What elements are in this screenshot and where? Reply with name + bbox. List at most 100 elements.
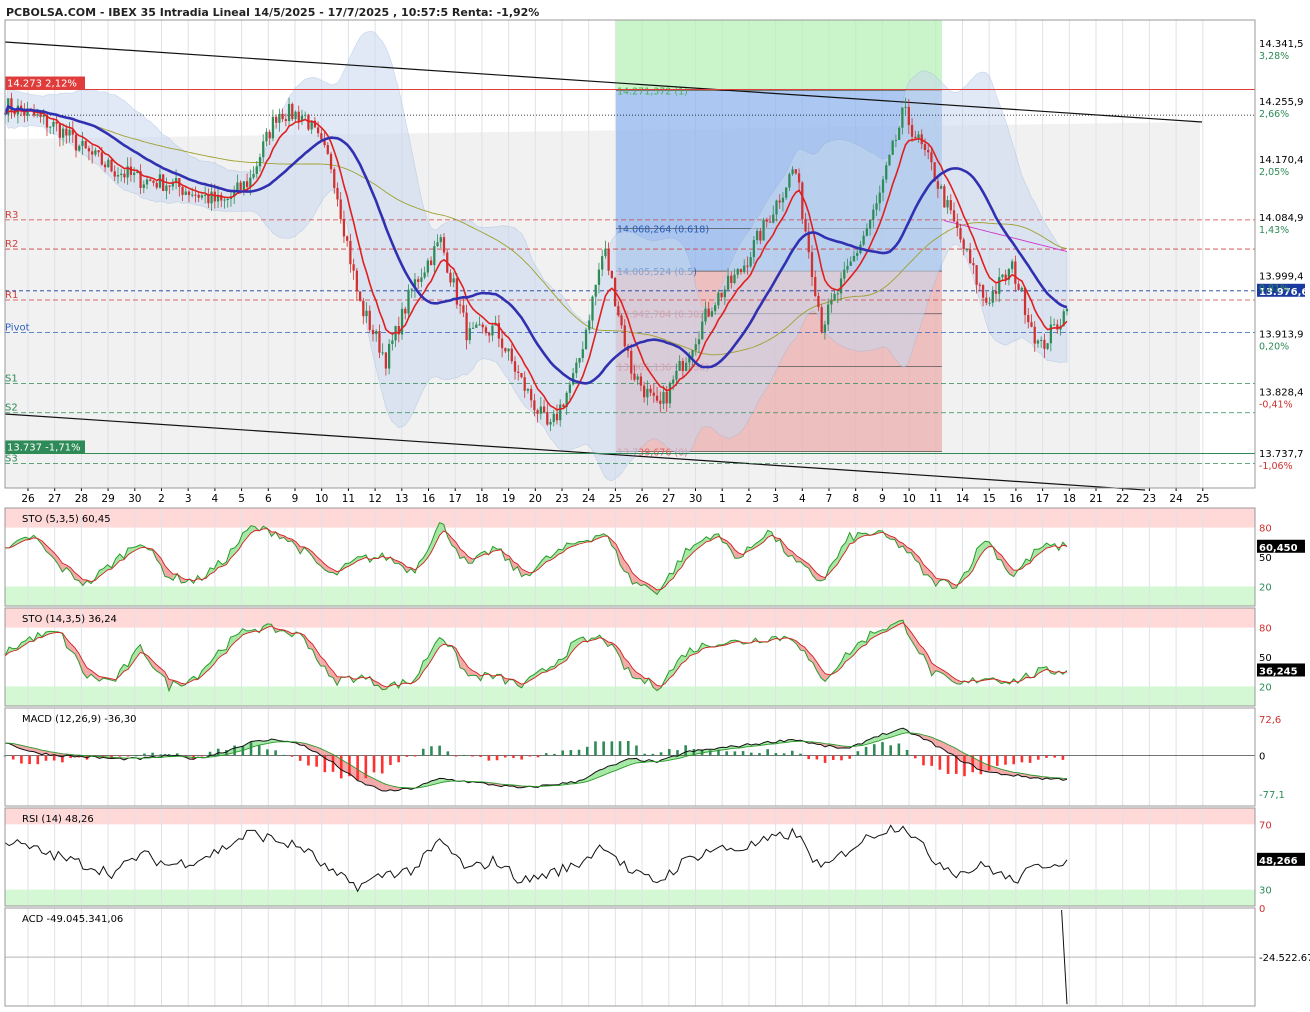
candle-body xyxy=(442,237,446,253)
candle-body xyxy=(952,210,956,222)
candle-body xyxy=(226,199,229,201)
macd-histogram-bar xyxy=(159,754,163,756)
candle-body xyxy=(100,152,103,165)
macd-histogram-bar xyxy=(143,753,146,756)
macd-histogram-bar xyxy=(307,755,310,766)
x-tick-label: 2 xyxy=(746,493,753,505)
panel-title: MACD (12,26,9) -36,30 xyxy=(22,714,137,725)
candle-body xyxy=(52,121,55,127)
y-pct-label: 1,43% xyxy=(1259,225,1289,236)
candle-body xyxy=(268,131,271,139)
candle-body xyxy=(1030,322,1033,327)
candle-body xyxy=(646,388,649,398)
macd-histogram-bar xyxy=(643,753,646,756)
macd-histogram-bar xyxy=(831,755,835,760)
candle-body xyxy=(336,187,339,200)
macd-histogram-bar xyxy=(28,755,31,765)
x-tick-label: 6 xyxy=(265,493,272,505)
x-tick-label: 10 xyxy=(902,493,915,505)
candle-body xyxy=(81,140,84,146)
candle-body xyxy=(904,106,907,108)
x-tick-label: 26 xyxy=(635,493,649,505)
candle-body xyxy=(772,214,775,223)
fib-label: 14.271,372 (1) xyxy=(617,87,688,98)
candle-body xyxy=(620,315,623,326)
y-tick-label: 14.170,4 xyxy=(1259,155,1304,166)
macd-histogram-bar xyxy=(512,755,515,758)
candle-body xyxy=(707,308,710,317)
candle-body xyxy=(684,362,688,371)
candle-body xyxy=(639,376,643,386)
candle-body xyxy=(316,127,320,134)
macd-histogram-bar xyxy=(651,753,655,756)
rsi-panel: 70 30 48,266 RSI (14) 48,26 xyxy=(4,807,1305,907)
candle-body xyxy=(339,199,342,219)
x-tick-label: 11 xyxy=(342,493,355,505)
candle-body xyxy=(797,173,801,183)
macd-histogram-bar xyxy=(1061,755,1065,760)
candle-body xyxy=(500,338,504,349)
candle-body xyxy=(1046,343,1049,349)
x-tick-label: 4 xyxy=(799,493,806,505)
candle-body xyxy=(384,352,388,369)
macd-histogram-bar xyxy=(790,750,794,756)
candle-body xyxy=(262,141,265,158)
macd-histogram-bar xyxy=(1004,755,1007,765)
x-tick-label: 7 xyxy=(826,493,833,505)
candle-body xyxy=(1065,308,1069,312)
macd-histogram-bar xyxy=(438,745,441,756)
candle-body xyxy=(927,149,930,153)
candle-body xyxy=(478,324,481,326)
candle-body xyxy=(87,148,91,152)
candle-body xyxy=(704,308,707,322)
candle-body xyxy=(520,372,523,378)
candle-body xyxy=(120,173,123,176)
y-pct-label: -0,41% xyxy=(1259,399,1293,410)
macd-histogram-bar xyxy=(405,755,409,757)
candle-body xyxy=(668,382,672,404)
y-tick-label: 14.341,5 xyxy=(1259,39,1304,50)
chart: PCBOLSA.COM - IBEX 35 Intradia Lineal 14… xyxy=(3,6,1310,1007)
candle-body xyxy=(471,327,475,329)
candle-body xyxy=(155,182,158,188)
candle-body xyxy=(691,350,694,358)
overbought-zone xyxy=(5,808,1255,825)
candle-body xyxy=(636,376,639,380)
candle-body xyxy=(662,392,665,404)
macd-histogram-bar xyxy=(667,749,671,756)
candle-body xyxy=(242,181,245,191)
candle-body xyxy=(991,291,994,303)
candle-body xyxy=(978,284,981,286)
candle-body xyxy=(710,311,714,317)
y-tick-label: 13.999,4 xyxy=(1259,271,1304,282)
x-tick-label: 20 xyxy=(529,493,542,505)
panel-title: STO (5,3,5) 60,45 xyxy=(22,514,111,525)
level-label: 30 xyxy=(1259,886,1272,897)
pivot-label: S2 xyxy=(5,403,18,414)
candle-body xyxy=(168,185,171,187)
macd-histogram-bar xyxy=(462,754,466,756)
candle-body xyxy=(998,277,1001,294)
candle-body xyxy=(281,113,284,120)
macd-histogram-bar xyxy=(749,752,753,756)
candle-body xyxy=(791,169,794,175)
candle-body xyxy=(794,169,797,174)
candle-body xyxy=(187,191,191,196)
candle-body xyxy=(588,320,591,330)
macd-histogram-bar xyxy=(372,755,376,773)
candle-body xyxy=(555,413,559,421)
candle-body xyxy=(1049,324,1052,344)
x-tick-label: 24 xyxy=(1169,493,1183,505)
x-tick-label: 16 xyxy=(422,493,436,505)
candle-body xyxy=(342,218,346,237)
candle-body xyxy=(975,265,978,285)
candle-body xyxy=(994,291,998,294)
macd-histogram-bar xyxy=(553,753,556,756)
macd-histogram-bar xyxy=(799,753,802,756)
sto1-panel: 80 50 20 60,450 STO (5,3,5) 60,45 xyxy=(4,507,1305,607)
candle-body xyxy=(749,257,752,267)
pivot-label: Pivot xyxy=(5,323,30,334)
candle-body xyxy=(278,113,281,123)
macd-histogram-bar xyxy=(356,755,359,781)
candle-body xyxy=(752,240,756,258)
